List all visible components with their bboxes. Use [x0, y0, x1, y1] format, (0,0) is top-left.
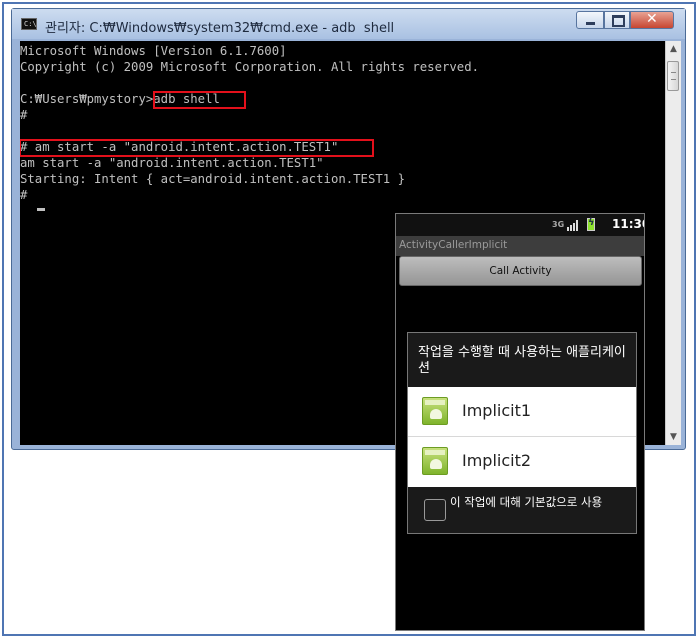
highlight-am-start — [20, 139, 374, 157]
scroll-up-arrow-icon[interactable]: ▲ — [666, 41, 681, 57]
default-checkbox[interactable] — [424, 499, 446, 521]
default-checkbox-label: 이 작업에 대해 기본값으로 사용 — [450, 495, 603, 509]
close-button[interactable] — [630, 11, 674, 29]
list-item-label: Implicit2 — [462, 451, 532, 470]
console-line: # — [20, 108, 28, 122]
app-title: ActivityCallerImplicit — [399, 239, 508, 251]
app-list: Implicit1 Implicit2 — [408, 387, 636, 487]
minimize-button[interactable] — [576, 11, 604, 29]
android-screen: 3G 11:30 ActivityCallerImplicit Call Act… — [395, 213, 645, 631]
window-title: 관리자: C:₩Windows₩system32₩cmd.exe - adb s… — [45, 21, 395, 36]
app-title-bar: ActivityCallerImplicit — [396, 236, 644, 256]
highlight-adb-shell — [153, 91, 246, 109]
console-line: Copyright (c) 2009 Microsoft Corporation… — [20, 60, 480, 74]
scroll-thumb[interactable] — [667, 61, 679, 91]
maximize-button[interactable] — [604, 11, 630, 29]
status-bar: 3G 11:30 — [396, 214, 644, 236]
list-item-implicit2[interactable]: Implicit2 — [408, 437, 636, 487]
console-line: Starting: Intent { act=android.intent.ac… — [20, 172, 405, 186]
battery-charging-icon — [587, 217, 595, 231]
console-line: Microsoft Windows [Version 6.1.7600] — [20, 44, 287, 58]
cmd-icon: C:\ — [21, 18, 37, 30]
network-type-icon: 3G — [552, 220, 565, 229]
console-line: # — [20, 188, 28, 202]
scroll-down-arrow-icon[interactable]: ▼ — [666, 429, 681, 445]
signal-icon — [567, 220, 581, 231]
cmd-titlebar[interactable]: C:\ 관리자: C:₩Windows₩system32₩cmd.exe - a… — [12, 9, 685, 39]
vertical-scrollbar[interactable]: ▲ ▼ — [665, 41, 681, 445]
status-time: 11:30 — [612, 217, 644, 231]
list-item-implicit1[interactable]: Implicit1 — [408, 387, 636, 437]
call-activity-button[interactable]: Call Activity — [399, 256, 642, 286]
android-app-icon — [422, 447, 448, 475]
app-chooser-dialog: 작업을 수행할 때 사용하는 애플리케이션 Implicit1 Implicit… — [407, 332, 637, 534]
console-line: am start -a "android.intent.action.TEST1… — [20, 156, 324, 170]
list-item-label: Implicit1 — [462, 401, 532, 420]
dialog-title: 작업을 수행할 때 사용하는 애플리케이션 — [418, 345, 626, 376]
text-cursor — [37, 208, 45, 211]
android-app-icon — [422, 397, 448, 425]
